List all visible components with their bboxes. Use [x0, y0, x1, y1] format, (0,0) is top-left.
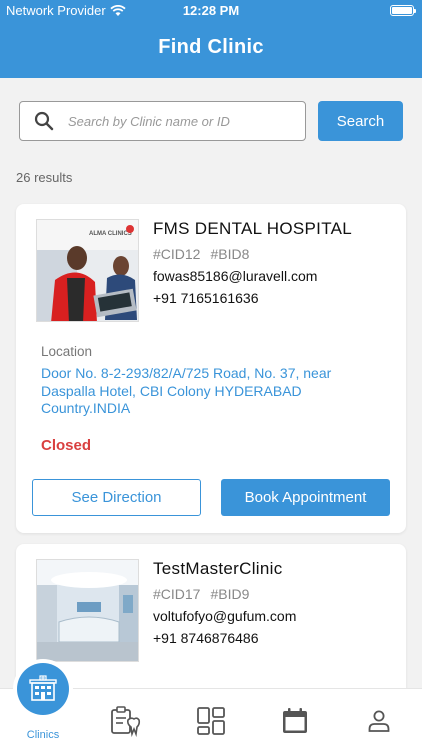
book-appointment-button[interactable]: Book Appointment [221, 479, 390, 516]
results-count: 26 results [16, 170, 73, 185]
clock: 12:28 PM [182, 3, 240, 18]
app-header: Network Provider 12:28 PM Find Clinic [0, 0, 422, 78]
battery-icon [390, 5, 416, 16]
search-icon [34, 111, 54, 131]
clinic-card[interactable]: TestMasterClinic #CID17 #BID9 voltufofyo@… [16, 544, 406, 704]
tab-clinics-label[interactable]: Clinics [0, 729, 86, 741]
tab-dashboard[interactable] [193, 703, 229, 739]
clinic-ids: #CID17 #BID9 [153, 586, 296, 602]
search-field[interactable] [19, 101, 306, 141]
tab-clinics[interactable] [17, 663, 69, 715]
see-direction-button[interactable]: See Direction [32, 479, 201, 516]
clinic-info: FMS DENTAL HOSPITAL #CID12 #BID8 fowas851… [153, 219, 352, 306]
tab-calendar[interactable] [277, 703, 313, 739]
tab-dental-records[interactable] [107, 703, 143, 739]
clinic-photo [36, 559, 139, 662]
clinic-email: voltufofyo@gufum.com [153, 608, 297, 624]
clinic-cid: #CID17 [153, 586, 201, 602]
clinic-name: TestMasterClinic [153, 559, 283, 578]
photo-sign-text: ALMA CLINICS [89, 231, 132, 237]
page-title: Find Clinic [158, 36, 264, 58]
clinic-email: fowas85186@luravell.com [153, 268, 318, 284]
clinic-phone: +91 8746876486 [153, 630, 259, 646]
profile-icon [368, 710, 390, 732]
tab-profile[interactable] [361, 703, 397, 739]
dental-records-icon [111, 706, 141, 737]
clinic-bid: #BID9 [210, 586, 250, 602]
clinic-cid: #CID12 [153, 246, 201, 262]
calendar-icon [283, 708, 307, 733]
clinic-name: FMS DENTAL HOSPITAL [153, 219, 353, 238]
clinic-ids: #CID12 #BID8 [153, 246, 352, 262]
status-bar: Network Provider 12:28 PM [0, 3, 422, 21]
clinic-bid: #BID8 [210, 246, 250, 262]
status-badge: Closed [41, 437, 92, 454]
search-input[interactable] [68, 108, 298, 134]
clinic-photo: ALMA CLINICS [36, 219, 139, 322]
clinic-address[interactable]: Door No. 8-2-293/82/A/725 Road, No. 37, … [41, 365, 381, 418]
clinic-card[interactable]: ALMA CLINICS FMS DENTAL HOSPITAL #CID12 #… [16, 204, 406, 533]
clinic-icon [29, 675, 57, 701]
dashboard-icon [197, 707, 225, 735]
search-button[interactable]: Search [318, 101, 403, 141]
clinic-info: TestMasterClinic #CID17 #BID9 voltufofyo@… [153, 559, 296, 646]
location-label: Location [41, 344, 93, 359]
clinic-phone: +91 7165161636 [153, 290, 259, 306]
